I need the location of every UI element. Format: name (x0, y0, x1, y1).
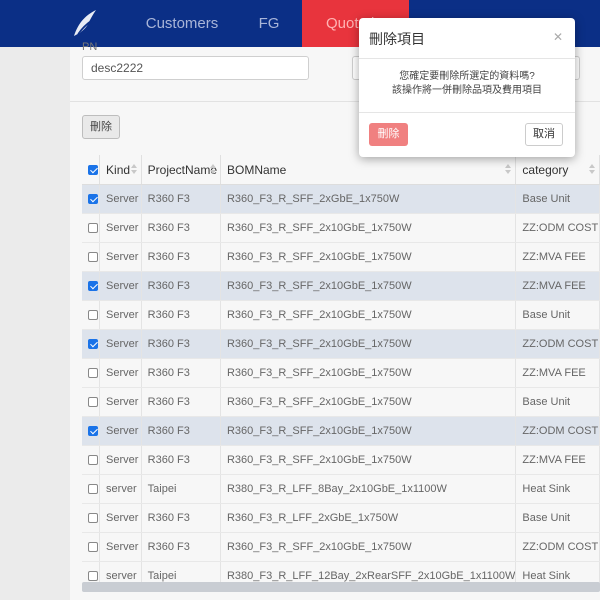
cancel-button[interactable]: 取消 (525, 123, 563, 146)
modal-message-line2: 該操作將一併刪除品項及費用項目 (392, 85, 542, 96)
modal-title: 刪除項目 (369, 31, 425, 47)
delete-confirm-dialog: 刪除項目 ✕ 您確定要刪除所選定的資料嗎? 該操作將一併刪除品項及費用項目 刪除… (359, 18, 575, 157)
modal-divider (359, 58, 575, 59)
confirm-delete-button[interactable]: 刪除 (369, 123, 408, 146)
modal-message-line1: 您確定要刪除所選定的資料嗎? (399, 71, 535, 82)
modal-message: 您確定要刪除所選定的資料嗎? 該操作將一併刪除品項及費用項目 (359, 70, 575, 98)
modal-divider (359, 112, 575, 113)
close-icon[interactable]: ✕ (553, 30, 563, 44)
